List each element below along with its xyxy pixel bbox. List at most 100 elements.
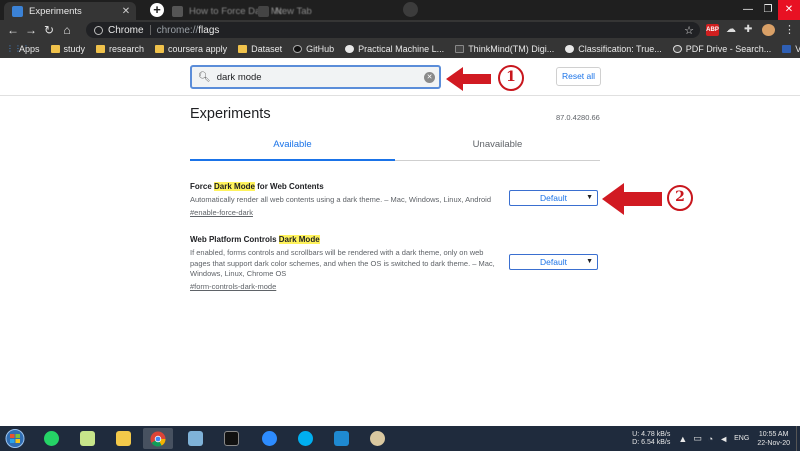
tab-title: Experiments	[29, 5, 82, 17]
reload-icon[interactable]: ↻	[40, 23, 58, 37]
tab-title: New Tab	[275, 5, 312, 17]
bookmark-item[interactable]: GitHub	[293, 44, 334, 54]
flags-search-box[interactable]: 🔍︎ dark mode ✕	[190, 65, 441, 89]
annotation-number-2: 2	[667, 185, 693, 211]
bookmark-item[interactable]: study	[50, 44, 85, 54]
show-hidden-icons-icon[interactable]: ▲	[678, 434, 687, 444]
bookmark-item[interactable]: PDF Drive - Search...	[672, 44, 772, 54]
site-favicon-icon	[172, 5, 183, 17]
taskbar-notes[interactable]	[72, 428, 102, 449]
taskbar-paint[interactable]	[362, 428, 392, 449]
adblock-plus-icon[interactable]: ABP	[706, 24, 719, 36]
bookmark-label: PDF Drive - Search...	[685, 44, 772, 54]
battery-icon[interactable]: ▭	[693, 433, 702, 444]
flag-select-form-controls-dark[interactable]: Default ▼	[509, 254, 598, 270]
bookmark-label: Classification: True...	[578, 44, 662, 54]
taskbar-vscode[interactable]	[326, 428, 356, 449]
taskbar-zoom[interactable]	[254, 428, 284, 449]
flag-title: Web Platform Controls Dark Mode	[190, 235, 605, 245]
bookmark-label: coursera apply	[168, 44, 228, 54]
chrome-icon	[150, 431, 166, 446]
bookmark-item[interactable]: Dataset	[238, 44, 282, 54]
annotation-arrow-1-icon	[446, 67, 491, 91]
profile-card-icon	[782, 45, 792, 53]
net-speed-meter: 4.78 kB/s 6.54 kB/s	[641, 431, 670, 447]
vscode-icon	[333, 431, 349, 446]
tab-available[interactable]: Available	[190, 134, 395, 161]
bookmark-item[interactable]: Classification: True...	[565, 44, 662, 54]
search-icon: 🔍︎	[198, 71, 211, 83]
reset-all-button[interactable]: Reset all	[556, 67, 601, 86]
chevron-down-icon: ▼	[586, 194, 593, 201]
taskbar-chrome[interactable]	[143, 428, 173, 449]
volume-icon[interactable]: ◄	[719, 434, 728, 444]
bookmark-item[interactable]: ThinkMind(TM) Digi...	[455, 44, 554, 54]
chrome-flask-icon	[12, 5, 23, 17]
clock-date: 22-Nov-20	[757, 439, 790, 447]
home-icon[interactable]: ⌂	[58, 23, 76, 37]
system-clock[interactable]: 10:55 AM 22-Nov-20	[757, 430, 790, 448]
input-language[interactable]: ENG	[734, 435, 749, 442]
upload-label: U:	[632, 430, 640, 438]
taskbar-file-explorer[interactable]	[108, 428, 138, 449]
extensions-puzzle-icon[interactable]: ✚	[744, 24, 752, 36]
search-input[interactable]: dark mode	[217, 72, 424, 83]
flag-description: If enabled, forms controls and scrollbar…	[190, 248, 495, 278]
bookmark-star-icon[interactable]: ☆	[684, 24, 694, 37]
bookmark-item[interactable]: coursera apply	[155, 44, 227, 54]
folder-icon	[155, 45, 165, 53]
taskbar-app-generic[interactable]	[180, 428, 210, 449]
chrome-version: 87.0.4280.66	[556, 113, 600, 122]
back-icon[interactable]: ←	[4, 23, 22, 37]
browser-tab-new-tab[interactable]: New Tab	[258, 2, 368, 20]
net-labels: U: D:	[632, 431, 639, 447]
document-icon	[455, 45, 465, 53]
address-bar[interactable]: Chrome chrome:// flags ☆	[86, 22, 700, 38]
drive-icon	[672, 45, 682, 53]
show-desktop-button[interactable]	[796, 426, 800, 451]
bookmark-label: Practical Machine L...	[358, 44, 445, 54]
close-tab-icon[interactable]: ✕	[120, 6, 132, 17]
new-tab-button[interactable]: +	[150, 3, 164, 17]
bookmark-item[interactable]: Practical Machine L...	[345, 44, 444, 54]
flag-anchor-link[interactable]: #form-controls-dark-mode	[190, 282, 605, 292]
tab-unavailable[interactable]: Unavailable	[395, 134, 600, 160]
window-close-button[interactable]: ✕	[778, 0, 800, 20]
whatsapp-icon	[43, 431, 59, 446]
paint-icon	[369, 431, 385, 446]
profile-avatar[interactable]	[762, 24, 775, 36]
zoom-icon	[261, 431, 277, 446]
flag-title-prefix: Force	[190, 182, 215, 191]
bookmark-item[interactable]: Vipul Gote	[782, 44, 800, 54]
bookmark-item[interactable]: ⋮⋮⋮ Apps	[6, 44, 40, 54]
taskbar-whatsapp[interactable]	[36, 428, 66, 449]
clear-search-icon[interactable]: ✕	[424, 71, 435, 83]
new-tab-favicon-icon	[258, 5, 269, 17]
flag-title-suffix: for Web Contents	[254, 182, 324, 191]
network-icon[interactable]: ◔	[708, 434, 713, 444]
bookmark-label: ThinkMind(TM) Digi...	[468, 44, 555, 54]
search-highlight: Dark Mode	[278, 235, 320, 244]
forward-icon[interactable]: →	[22, 23, 40, 37]
taskbar-terminal[interactable]	[216, 428, 246, 449]
page-title: Experiments	[190, 106, 271, 122]
minimize-button[interactable]: —	[738, 0, 758, 20]
app-window-icon	[187, 431, 203, 446]
tab-search-icon[interactable]	[403, 2, 418, 17]
github-icon	[293, 45, 303, 53]
omnibox-separator	[149, 25, 151, 35]
bookmark-label: GitHub	[306, 44, 335, 54]
bookmark-item[interactable]: research	[96, 44, 144, 54]
tab-strip: Experiments ✕ + How to Force Dark Mode N…	[0, 0, 800, 20]
windows-start-icon[interactable]	[4, 429, 26, 448]
maximize-button[interactable]: ❐	[758, 0, 778, 20]
cloud-extension-icon[interactable]: ☁	[726, 24, 736, 36]
browser-tab-experiments[interactable]: Experiments ✕	[4, 2, 136, 20]
taskbar-skype[interactable]	[290, 428, 320, 449]
flag-anchor-link[interactable]: #enable-force-dark	[190, 208, 605, 218]
flag-select-force-dark[interactable]: Default ▼	[509, 190, 598, 206]
upload-speed: 4.78 kB/s	[641, 430, 671, 438]
terminal-icon	[223, 431, 239, 446]
browser-toolbar: ← → ↻ ⌂ Chrome chrome:// flags ☆ ABP ☁ ✚…	[0, 20, 800, 40]
chrome-menu-icon[interactable]: ⋮	[784, 24, 795, 36]
